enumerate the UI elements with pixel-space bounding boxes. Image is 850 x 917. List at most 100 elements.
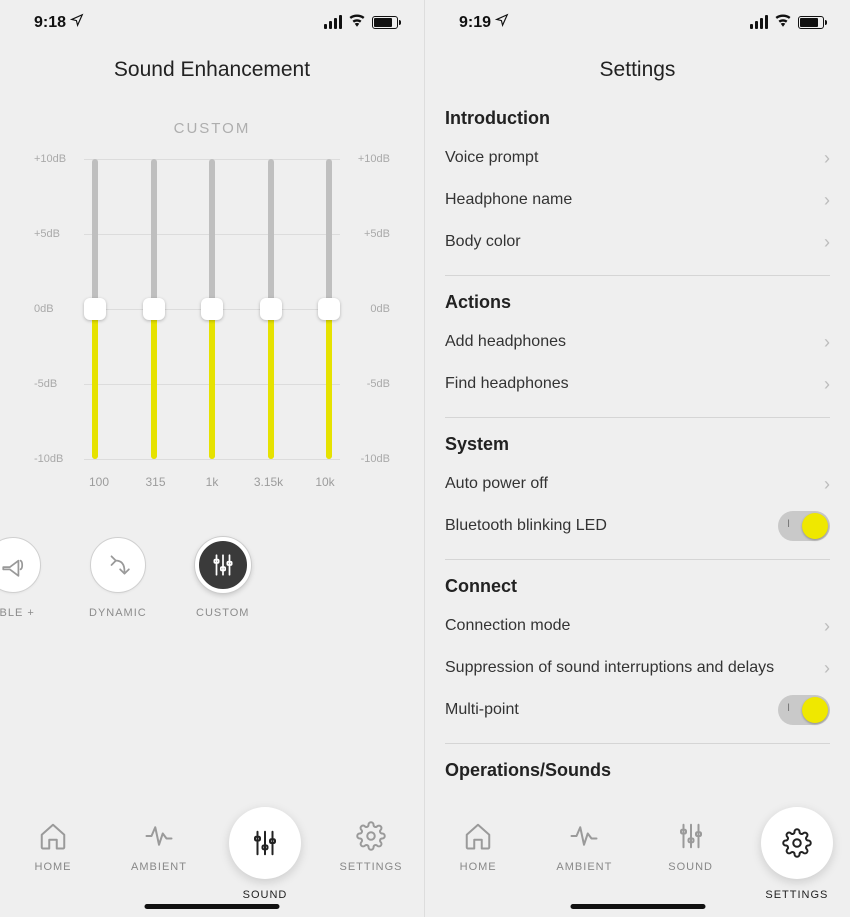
db-label: -5dB	[34, 378, 57, 390]
tab-label: SETTINGS	[339, 861, 402, 873]
row-label: Add headphones	[445, 333, 566, 351]
preset-dynamic[interactable]: DYNAMIC	[89, 537, 147, 619]
status-time: 9:18	[34, 13, 84, 32]
home-icon	[463, 821, 493, 851]
tab-sound[interactable]: SOUND	[651, 821, 731, 873]
db-label: -10dB	[34, 453, 63, 465]
settings-row-body-color[interactable]: Body color ›	[445, 221, 830, 263]
db-label: +10dB	[358, 153, 390, 165]
row-label: Suppression of sound interruptions and d…	[445, 659, 774, 677]
tab-settings[interactable]: SETTINGS	[331, 821, 411, 873]
tab-label: SOUND	[243, 889, 288, 901]
db-label: 0dB	[370, 303, 390, 315]
tab-home[interactable]: HOME	[13, 821, 93, 873]
wifi-icon	[774, 13, 792, 32]
eq-slider-315[interactable]	[143, 159, 165, 459]
freq-label: 3.15k	[254, 475, 284, 489]
section-title: Operations/Sounds	[445, 760, 830, 781]
settings-row-voice-prompt[interactable]: Voice prompt›	[445, 137, 830, 179]
home-indicator[interactable]	[145, 904, 280, 909]
row-label: Body color	[445, 233, 521, 251]
chevron-right-icon: ›	[824, 474, 830, 495]
settings-section-operations-sounds: Operations/Sounds	[425, 744, 850, 781]
toggle-multi-point[interactable]: I	[778, 695, 830, 725]
eq-slider-10k[interactable]	[318, 159, 340, 459]
preset-label: CUSTOM	[196, 607, 249, 619]
settings-row-add-headphones[interactable]: Add headphones ›	[445, 321, 830, 363]
chevron-right-icon: ›	[824, 190, 830, 211]
status-bar: 9:19	[425, 0, 850, 44]
settings-row-find-headphones[interactable]: Find headphones›	[445, 363, 830, 405]
db-label: +5dB	[34, 228, 60, 240]
tab-sound[interactable]: SOUND	[225, 821, 305, 901]
chevron-right-icon: ›	[824, 232, 830, 253]
sound-enhancement-screen: 9:18 Sound Enhancement CUSTOM	[0, 0, 425, 917]
freq-label: 1k	[197, 475, 227, 489]
settings-row-headphone-name[interactable]: Headphone name ›	[445, 179, 830, 221]
status-bar: 9:18	[0, 0, 424, 44]
settings-row-suppression-of-sound-interruptions-and-delays[interactable]: Suppression of sound interruptions and d…	[445, 647, 830, 689]
settings-row-connection-mode[interactable]: Connection mode ›	[445, 605, 830, 647]
row-label: Bluetooth blinking LED	[445, 517, 607, 535]
tab-label: HOME	[35, 861, 72, 873]
location-icon	[495, 13, 509, 32]
tab-label: AMBIENT	[131, 861, 187, 873]
settings-screen: 9:19 Settings Introduction Voice prompt›…	[425, 0, 850, 917]
settings-row-bluetooth-blinking-led[interactable]: Bluetooth blinking LED I	[445, 505, 830, 547]
settings-section-introduction: Introduction Voice prompt› Headphone nam…	[425, 92, 850, 263]
eq-slider-3.15k[interactable]	[260, 159, 282, 459]
eq-slider-1k[interactable]	[201, 159, 223, 459]
battery-icon	[372, 16, 398, 29]
preset-label: DYNAMIC	[89, 607, 147, 619]
preset-label: EBLE +	[0, 607, 35, 619]
section-title: Connect	[445, 576, 830, 597]
freq-label: 315	[141, 475, 171, 489]
row-label: Multi-point	[445, 701, 519, 719]
cellular-icon	[750, 15, 768, 29]
ambient-icon	[569, 821, 599, 851]
page-title: Sound Enhancement	[0, 44, 424, 92]
preset-custom[interactable]: CUSTOM	[195, 537, 251, 619]
freq-label: 10k	[310, 475, 340, 489]
gear-icon	[356, 821, 386, 851]
tab-label: AMBIENT	[556, 861, 612, 873]
tab-ambient[interactable]: AMBIENT	[119, 821, 199, 873]
settings-row-auto-power-off[interactable]: Auto power off›	[445, 463, 830, 505]
chevron-right-icon: ›	[824, 374, 830, 395]
db-label: -10dB	[361, 453, 390, 465]
settings-section-connect: Connect Connection mode › Suppression of …	[425, 560, 850, 731]
settings-row-multi-point[interactable]: Multi-point I	[445, 689, 830, 731]
row-label: Connection mode	[445, 617, 570, 635]
preset-eble-[interactable]: EBLE +	[0, 537, 41, 619]
tab-label: HOME	[460, 861, 497, 873]
chevron-right-icon: ›	[824, 332, 830, 353]
equalizer: 1003151k3.15k10k +10dB+10dB+5dB+5dB0dB0d…	[22, 159, 402, 489]
section-title: Introduction	[445, 108, 830, 129]
settings-section-actions: Actions Add headphones › Find headphones›	[425, 276, 850, 405]
tab-bar: HOME AMBIENT SOUND SETTINGS	[425, 807, 850, 917]
home-indicator[interactable]	[570, 904, 705, 909]
db-label: +5dB	[364, 228, 390, 240]
tab-settings[interactable]: SETTINGS	[757, 821, 837, 901]
dynamic-icon	[90, 537, 146, 593]
row-label: Voice prompt	[445, 149, 538, 167]
eq-slider-100[interactable]	[84, 159, 106, 459]
ambient-icon	[144, 821, 174, 851]
battery-icon	[798, 16, 824, 29]
tab-home[interactable]: HOME	[438, 821, 518, 873]
chevron-right-icon: ›	[824, 616, 830, 637]
wifi-icon	[348, 13, 366, 32]
cellular-icon	[324, 15, 342, 29]
section-title: Actions	[445, 292, 830, 313]
sliders-icon	[676, 821, 706, 851]
tab-label: SETTINGS	[765, 889, 828, 901]
tab-ambient[interactable]: AMBIENT	[544, 821, 624, 873]
status-indicators	[750, 13, 824, 32]
db-label: 0dB	[34, 303, 54, 315]
tab-bar: HOME AMBIENT SOUND SETTINGS	[0, 807, 424, 917]
freq-label: 100	[84, 475, 114, 489]
chevron-right-icon: ›	[824, 658, 830, 679]
toggle-bluetooth-blinking-led[interactable]: I	[778, 511, 830, 541]
eq-preset-name: CUSTOM	[174, 120, 251, 137]
row-label: Headphone name	[445, 191, 572, 209]
